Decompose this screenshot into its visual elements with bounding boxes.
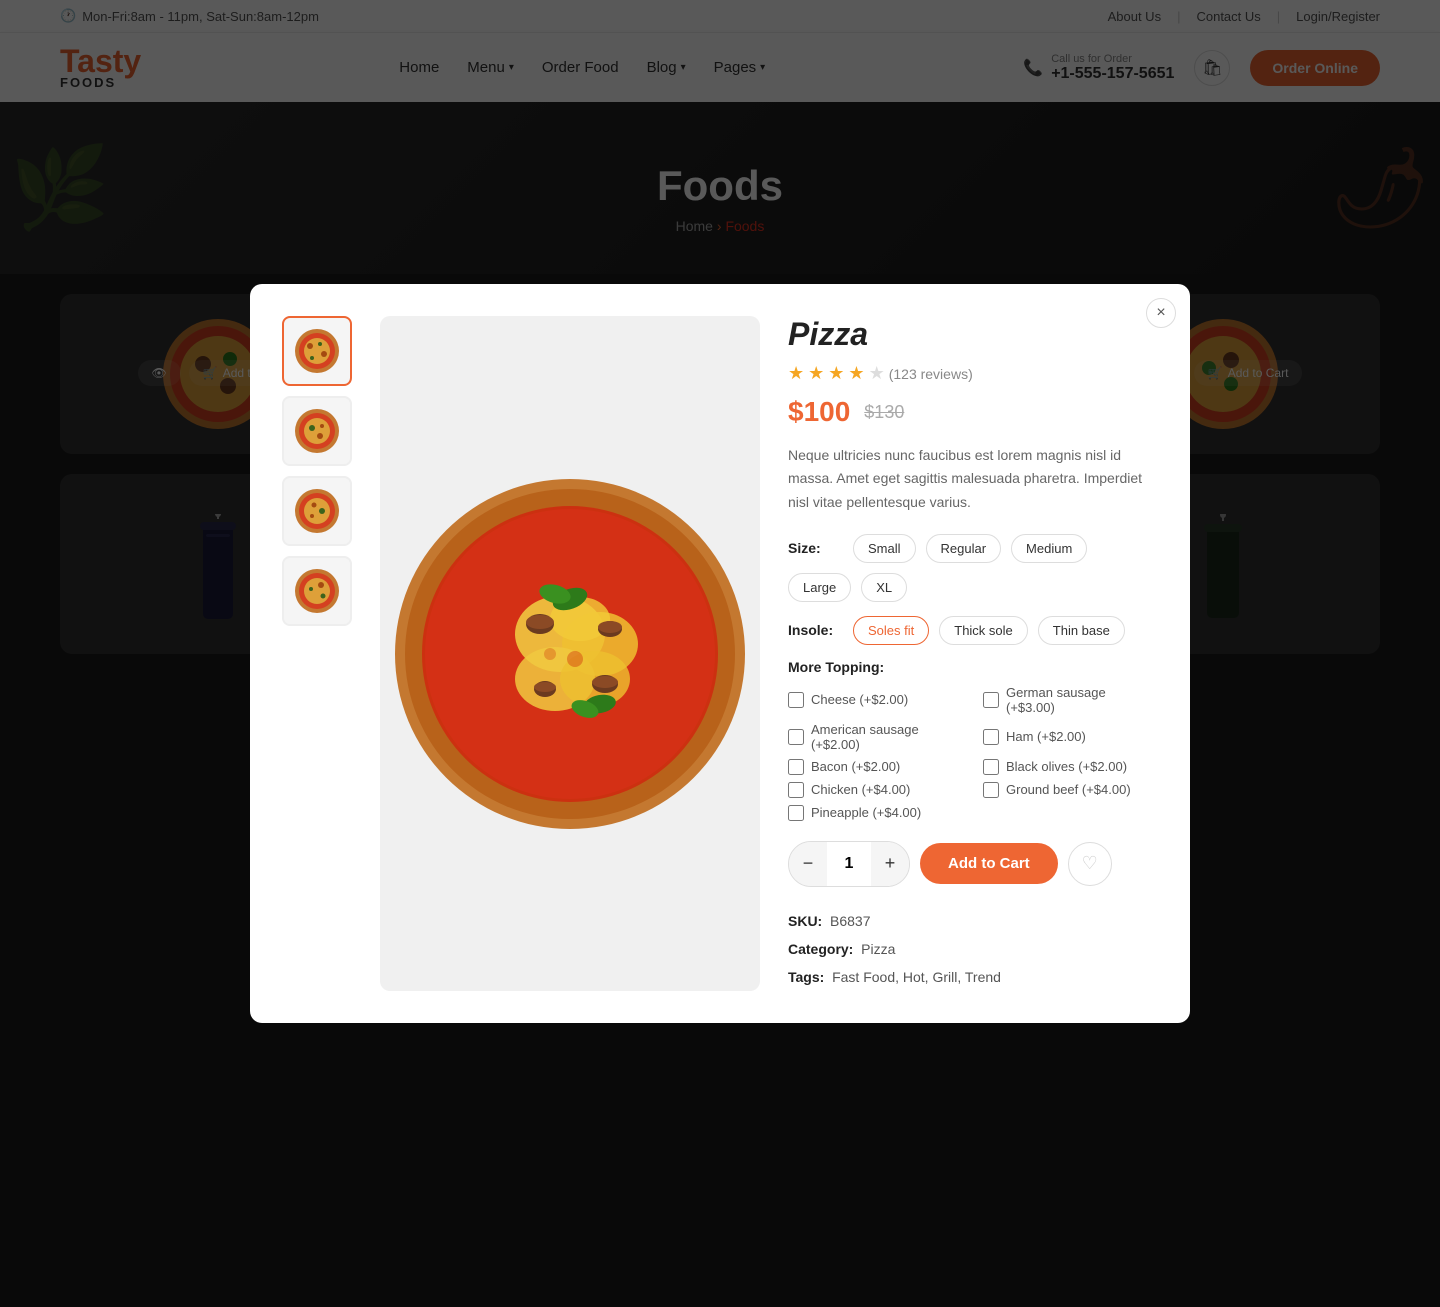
topping-german-sausage: German sausage (+$3.00) bbox=[983, 685, 1158, 715]
sku-value: B6837 bbox=[830, 913, 870, 929]
topping-ground-beef-label: Ground beef (+$4.00) bbox=[1006, 782, 1131, 797]
topping-chicken-checkbox[interactable] bbox=[788, 782, 804, 798]
star-4: ★ bbox=[848, 363, 864, 384]
topping-black-olives: Black olives (+$2.00) bbox=[983, 759, 1158, 775]
insole-options: Insole: Soles fit Thick sole Thin base bbox=[788, 616, 1158, 645]
topping-chicken: Chicken (+$4.00) bbox=[788, 782, 963, 798]
topping-black-olives-checkbox[interactable] bbox=[983, 759, 999, 775]
quantity-input[interactable] bbox=[827, 855, 871, 873]
heart-icon: ♡ bbox=[1082, 853, 1098, 874]
price-current: $100 bbox=[788, 396, 850, 428]
topping-black-olives-label: Black olives (+$2.00) bbox=[1006, 759, 1127, 774]
tags-row: Tags: Fast Food, Hot, Grill, Trend bbox=[788, 963, 1158, 991]
price-old: $130 bbox=[864, 402, 904, 423]
topping-german-sausage-checkbox[interactable] bbox=[983, 692, 999, 708]
topping-german-sausage-label: German sausage (+$3.00) bbox=[1006, 685, 1158, 715]
qty-increase-button[interactable]: + bbox=[871, 842, 909, 886]
topping-pineapple-checkbox[interactable] bbox=[788, 805, 804, 821]
topping-bacon-checkbox[interactable] bbox=[788, 759, 804, 775]
topping-bacon: Bacon (+$2.00) bbox=[788, 759, 963, 775]
insole-thick-sole[interactable]: Thick sole bbox=[939, 616, 1028, 645]
modal-close-button[interactable]: × bbox=[1146, 298, 1176, 328]
sku-label: SKU: bbox=[788, 913, 822, 929]
size-options: Size: Small Regular Medium Large XL bbox=[788, 534, 1158, 602]
category-value: Pizza bbox=[861, 941, 895, 957]
topping-cheese-checkbox[interactable] bbox=[788, 692, 804, 708]
star-2: ★ bbox=[808, 363, 824, 384]
tags-value: Fast Food, Hot, Grill, Trend bbox=[832, 969, 1001, 985]
topping-cheese-label: Cheese (+$2.00) bbox=[811, 692, 908, 707]
topping-ham: Ham (+$2.00) bbox=[983, 722, 1158, 752]
review-count: (123 reviews) bbox=[889, 366, 973, 382]
qty-decrease-button[interactable]: − bbox=[789, 842, 827, 886]
thumbnail-4[interactable] bbox=[282, 556, 352, 626]
size-large[interactable]: Large bbox=[788, 573, 851, 602]
toppings-label: More Topping: bbox=[788, 659, 1158, 675]
product-rating: ★ ★ ★ ★ ★ (123 reviews) bbox=[788, 363, 1158, 384]
sku-row: SKU: B6837 bbox=[788, 907, 1158, 935]
topping-ham-checkbox[interactable] bbox=[983, 729, 999, 745]
size-small[interactable]: Small bbox=[853, 534, 916, 563]
topping-ground-beef: Ground beef (+$4.00) bbox=[983, 782, 1158, 798]
product-thumbnails bbox=[282, 316, 352, 990]
topping-pineapple: Pineapple (+$4.00) bbox=[788, 805, 963, 821]
insole-thin-base[interactable]: Thin base bbox=[1038, 616, 1125, 645]
add-to-cart-button[interactable]: Add to Cart bbox=[920, 843, 1058, 884]
size-medium[interactable]: Medium bbox=[1011, 534, 1087, 563]
star-1: ★ bbox=[788, 363, 804, 384]
topping-american-sausage: American sausage (+$2.00) bbox=[788, 722, 963, 752]
modal-overlay: × bbox=[0, 0, 1440, 1307]
topping-bacon-label: Bacon (+$2.00) bbox=[811, 759, 900, 774]
cart-row: − + Add to Cart ♡ bbox=[788, 841, 1158, 887]
size-regular[interactable]: Regular bbox=[926, 534, 1002, 563]
category-label: Category: bbox=[788, 941, 853, 957]
topping-pineapple-label: Pineapple (+$4.00) bbox=[811, 805, 921, 820]
product-main-image bbox=[380, 316, 760, 990]
product-info: Pizza ★ ★ ★ ★ ★ (123 reviews) $100 $130 … bbox=[788, 316, 1158, 990]
topping-american-sausage-checkbox[interactable] bbox=[788, 729, 804, 745]
product-meta: SKU: B6837 Category: Pizza Tags: Fast Fo… bbox=[788, 907, 1158, 991]
product-title: Pizza bbox=[788, 316, 1158, 353]
topping-ground-beef-checkbox[interactable] bbox=[983, 782, 999, 798]
insole-soles-fit[interactable]: Soles fit bbox=[853, 616, 929, 645]
topping-chicken-label: Chicken (+$4.00) bbox=[811, 782, 910, 797]
size-xl[interactable]: XL bbox=[861, 573, 907, 602]
size-label: Size: bbox=[788, 540, 843, 556]
wishlist-button[interactable]: ♡ bbox=[1068, 842, 1112, 886]
product-modal: × bbox=[250, 284, 1190, 1022]
category-row: Category: Pizza bbox=[788, 935, 1158, 963]
insole-label: Insole: bbox=[788, 622, 843, 638]
product-prices: $100 $130 bbox=[788, 396, 1158, 428]
topping-cheese: Cheese (+$2.00) bbox=[788, 685, 963, 715]
thumbnail-3[interactable] bbox=[282, 476, 352, 546]
topping-ham-label: Ham (+$2.00) bbox=[1006, 729, 1086, 744]
star-5: ★ bbox=[869, 363, 885, 384]
toppings-grid: Cheese (+$2.00) German sausage (+$3.00) … bbox=[788, 685, 1158, 821]
thumbnail-1[interactable] bbox=[282, 316, 352, 386]
product-description: Neque ultricies nunc faucibus est lorem … bbox=[788, 444, 1158, 513]
star-3: ★ bbox=[828, 363, 844, 384]
quantity-control: − + bbox=[788, 841, 910, 887]
tags-label: Tags: bbox=[788, 969, 824, 985]
thumbnail-2[interactable] bbox=[282, 396, 352, 466]
topping-american-sausage-label: American sausage (+$2.00) bbox=[811, 722, 963, 752]
